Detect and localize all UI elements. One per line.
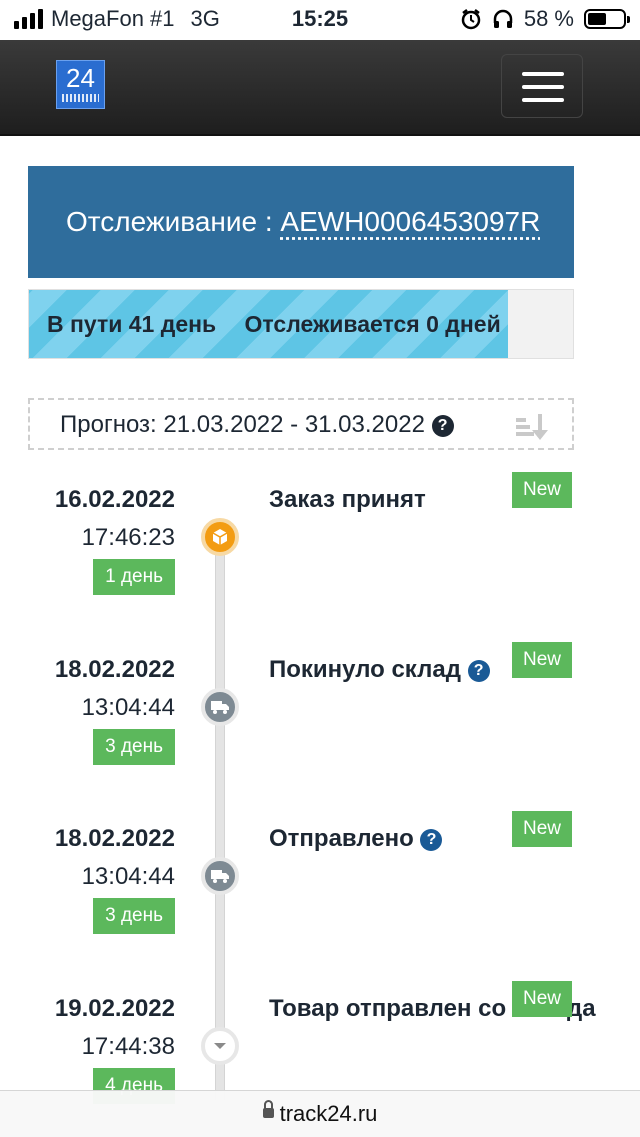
truck-icon <box>201 857 239 895</box>
battery-fill <box>588 13 607 25</box>
url-text: track24.ru <box>279 1101 378 1126</box>
question-icon[interactable]: ? <box>431 414 454 437</box>
status-right: 58 % <box>460 6 630 32</box>
logo-stripes <box>62 94 99 102</box>
transit-progress-bar: В пути 41 день Отслеживается 0 дней <box>28 289 574 359</box>
truck-icon <box>201 688 239 726</box>
hamburger-menu-icon[interactable] <box>501 54 583 118</box>
timeline-event: 18.02.2022 13:04:44 3 день Покинуло скла… <box>0 642 640 786</box>
site-navbar: 24 <box>0 40 640 136</box>
battery-percent: 58 % <box>523 6 574 31</box>
new-badge: New <box>512 472 572 508</box>
tracking-label: Отслеживание : <box>66 206 273 237</box>
battery-icon <box>584 9 630 29</box>
tracking-header: Отслеживание : AEWH0006453097R <box>28 166 574 278</box>
new-badge: New <box>512 981 572 1017</box>
status-bar: MegaFon #1 3G 15:25 58 % <box>0 0 640 40</box>
package-icon <box>201 518 239 556</box>
headphones-icon <box>493 9 513 28</box>
alarm-icon <box>461 9 481 30</box>
event-title: Отправлено ? <box>269 825 443 853</box>
lock-icon <box>262 1100 274 1119</box>
timeline-event: 16.02.2022 17:46:23 1 день Заказ принят … <box>0 472 640 616</box>
event-time: 17:46:23 <box>81 524 175 551</box>
event-title-text: Покинуло склад <box>269 656 461 683</box>
event-title-text: Отправлено <box>269 825 414 852</box>
chevron-down-icon[interactable] <box>201 1027 239 1065</box>
event-time: 13:04:44 <box>81 694 175 721</box>
browser-url-bar[interactable]: track24.ru <box>0 1090 640 1137</box>
logo-text: 24 <box>66 63 95 93</box>
new-badge: New <box>512 811 572 847</box>
event-title: Покинуло склад ? <box>269 656 490 684</box>
new-badge: New <box>512 642 572 678</box>
event-title: Заказ принят <box>269 486 426 514</box>
event-days-badge: 1 день <box>93 559 175 595</box>
event-time: 13:04:44 <box>81 863 175 890</box>
sort-icon[interactable] <box>516 414 550 440</box>
event-date: 18.02.2022 <box>54 656 175 683</box>
event-date: 19.02.2022 <box>54 995 175 1022</box>
tracked-days: Отслеживается 0 дней <box>244 311 501 337</box>
event-days-badge: 3 день <box>93 729 175 765</box>
event-date: 18.02.2022 <box>54 825 175 852</box>
in-transit-days: В пути 41 день <box>47 311 217 337</box>
event-title-text: Заказ принят <box>269 486 426 513</box>
forecast-text: Прогноз: 21.03.2022 - 31.03.2022 <box>60 411 425 438</box>
tracking-number[interactable]: AEWH0006453097R <box>280 206 540 237</box>
event-date: 16.02.2022 <box>54 486 175 513</box>
timeline-event: 18.02.2022 13:04:44 3 день Отправлено ? … <box>0 811 640 955</box>
event-title: Товар отправлен со склада <box>269 995 631 1023</box>
event-days-badge: 3 день <box>93 898 175 934</box>
event-time: 17:44:38 <box>81 1033 175 1060</box>
question-icon[interactable]: ? <box>467 659 490 682</box>
site-logo[interactable]: 24 <box>56 60 105 109</box>
question-icon[interactable]: ? <box>420 828 443 851</box>
forecast-box: Прогноз: 21.03.2022 - 31.03.2022 ? <box>28 398 574 450</box>
